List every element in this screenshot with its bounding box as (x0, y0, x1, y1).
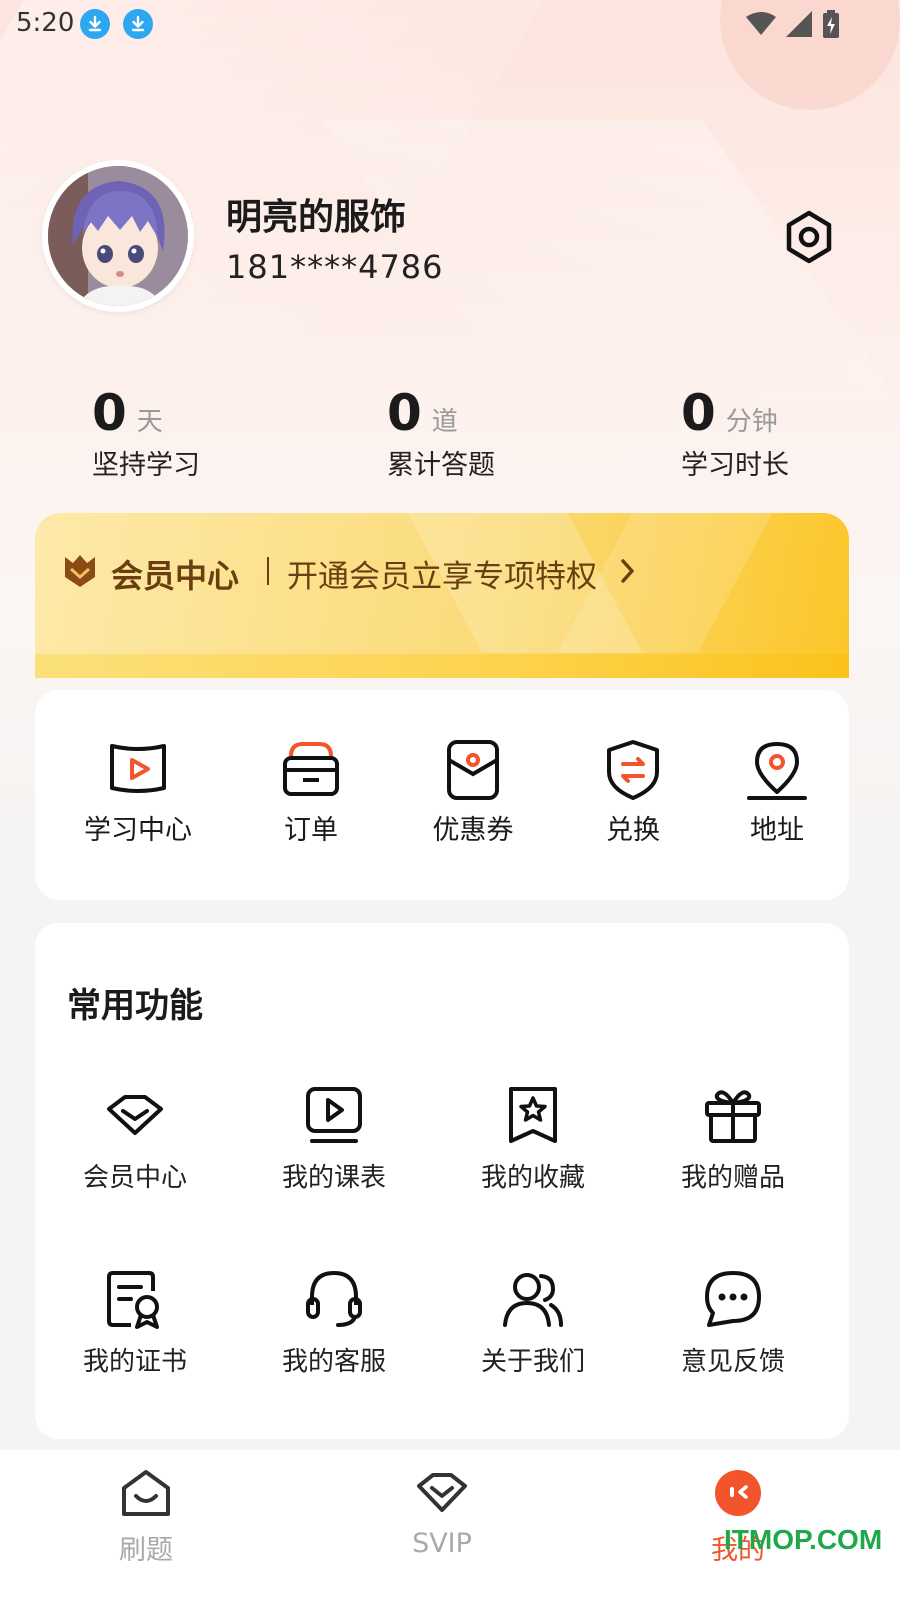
study-center-icon (110, 744, 166, 793)
battery-icon (823, 10, 839, 38)
function-item-my-gifts[interactable]: 我的赠品 (653, 1083, 813, 1194)
chevron-right-icon (621, 559, 634, 583)
stat-study-duration[interactable]: 0 分钟 学习时长 (681, 385, 789, 482)
stat-label: 坚持学习 (92, 450, 200, 481)
watermark: ITMOP.COM (724, 1524, 883, 1555)
tab-svip[interactable]: SVIP (362, 1466, 522, 1559)
function-item-my-certificates[interactable]: 我的证书 (55, 1267, 215, 1378)
function-item-my-schedule[interactable]: 我的课表 (254, 1083, 414, 1194)
banner-strip (35, 654, 849, 678)
phone-number: 181****4786 (226, 248, 444, 286)
stat-value: 0 (92, 384, 127, 442)
username: 明亮的服饰 (226, 197, 407, 238)
quick-menu-label: 优惠券 (432, 815, 514, 846)
coupon-icon (447, 740, 499, 800)
quick-menu-coupon[interactable]: 优惠券 (403, 738, 543, 847)
stat-value: 0 (387, 384, 422, 442)
stat-study-days[interactable]: 0天 坚持学习 (92, 385, 200, 482)
quick-menu-label: 学习中心 (84, 815, 192, 846)
function-label: 关于我们 (480, 1347, 585, 1377)
download-notification-icon (123, 9, 153, 39)
certificate-icon (107, 1271, 159, 1329)
signal-icon (786, 11, 812, 37)
download-notification-icon (80, 9, 110, 39)
function-label: 我的收藏 (480, 1163, 585, 1193)
exchange-icon (607, 740, 659, 800)
quick-menu-label: 兑换 (606, 815, 660, 846)
function-label: 我的证书 (82, 1347, 187, 1377)
function-label: 我的课表 (281, 1163, 386, 1193)
diamond-icon (107, 1095, 163, 1135)
function-label: 意见反馈 (680, 1347, 785, 1377)
bookmark-star-icon (509, 1087, 557, 1143)
gift-icon (705, 1090, 761, 1143)
avatar[interactable] (42, 160, 194, 312)
section-title: 常用功能 (67, 986, 203, 1026)
function-item-feedback[interactable]: 意见反馈 (653, 1267, 813, 1378)
quick-menu-label: 地址 (750, 815, 804, 846)
crown-badge-icon (65, 555, 95, 587)
function-item-about-us[interactable]: 关于我们 (453, 1267, 613, 1378)
headset-icon (306, 1270, 362, 1327)
common-functions-card: 常用功能 会员中心 我的课表 我的收藏 我的赠品 我的证书 我的客服 关于我们 … (35, 923, 849, 1439)
stat-label: 累计答题 (387, 450, 495, 481)
status-bar: 5:20 (0, 0, 900, 50)
tab-label: 刷题 (119, 1535, 173, 1566)
address-icon (747, 742, 807, 800)
vip-separator (267, 557, 269, 585)
video-play-icon (306, 1087, 362, 1143)
quick-menu-exchange[interactable]: 兑换 (563, 738, 703, 847)
function-label: 我的赠品 (680, 1163, 785, 1193)
stat-label: 学习时长 (681, 450, 789, 481)
quick-menu-card: 学习中心 订单 优惠券 兑换 地址 (35, 690, 849, 900)
tab-practice[interactable]: 刷题 (66, 1466, 226, 1567)
quick-menu-study-center[interactable]: 学习中心 (68, 738, 208, 847)
function-item-vip-center[interactable]: 会员中心 (55, 1083, 215, 1194)
quick-menu-order[interactable]: 订单 (241, 738, 381, 847)
vip-banner[interactable]: 会员中心 开通会员立享专项特权 (35, 513, 849, 678)
quick-menu-label: 订单 (284, 815, 338, 846)
users-icon (503, 1273, 563, 1327)
vip-title: 会员中心 (111, 557, 240, 595)
stat-unit: 天 (136, 407, 163, 437)
function-label: 我的客服 (281, 1347, 386, 1377)
chat-bubble-icon (705, 1271, 761, 1327)
avatar-image (48, 166, 188, 306)
order-icon (283, 742, 339, 796)
status-time: 5:20 (16, 8, 75, 38)
stat-unit: 分钟 (725, 407, 778, 437)
vip-description: 开通会员立享专项特权 (287, 559, 597, 595)
function-item-my-favorites[interactable]: 我的收藏 (453, 1083, 613, 1194)
function-label: 会员中心 (82, 1163, 187, 1193)
tab-label: SVIP (412, 1528, 472, 1559)
function-item-customer-service[interactable]: 我的客服 (254, 1267, 414, 1378)
home-icon (122, 1470, 170, 1516)
settings-gear-icon[interactable] (780, 208, 838, 266)
profile-icon (715, 1470, 761, 1516)
quick-menu-address[interactable]: 地址 (707, 738, 847, 847)
stat-questions-answered[interactable]: 0道 累计答题 (387, 385, 495, 482)
diamond-icon (417, 1473, 467, 1512)
stat-value: 0 (681, 384, 716, 442)
stat-unit: 道 (431, 407, 458, 437)
wifi-icon (746, 12, 776, 35)
